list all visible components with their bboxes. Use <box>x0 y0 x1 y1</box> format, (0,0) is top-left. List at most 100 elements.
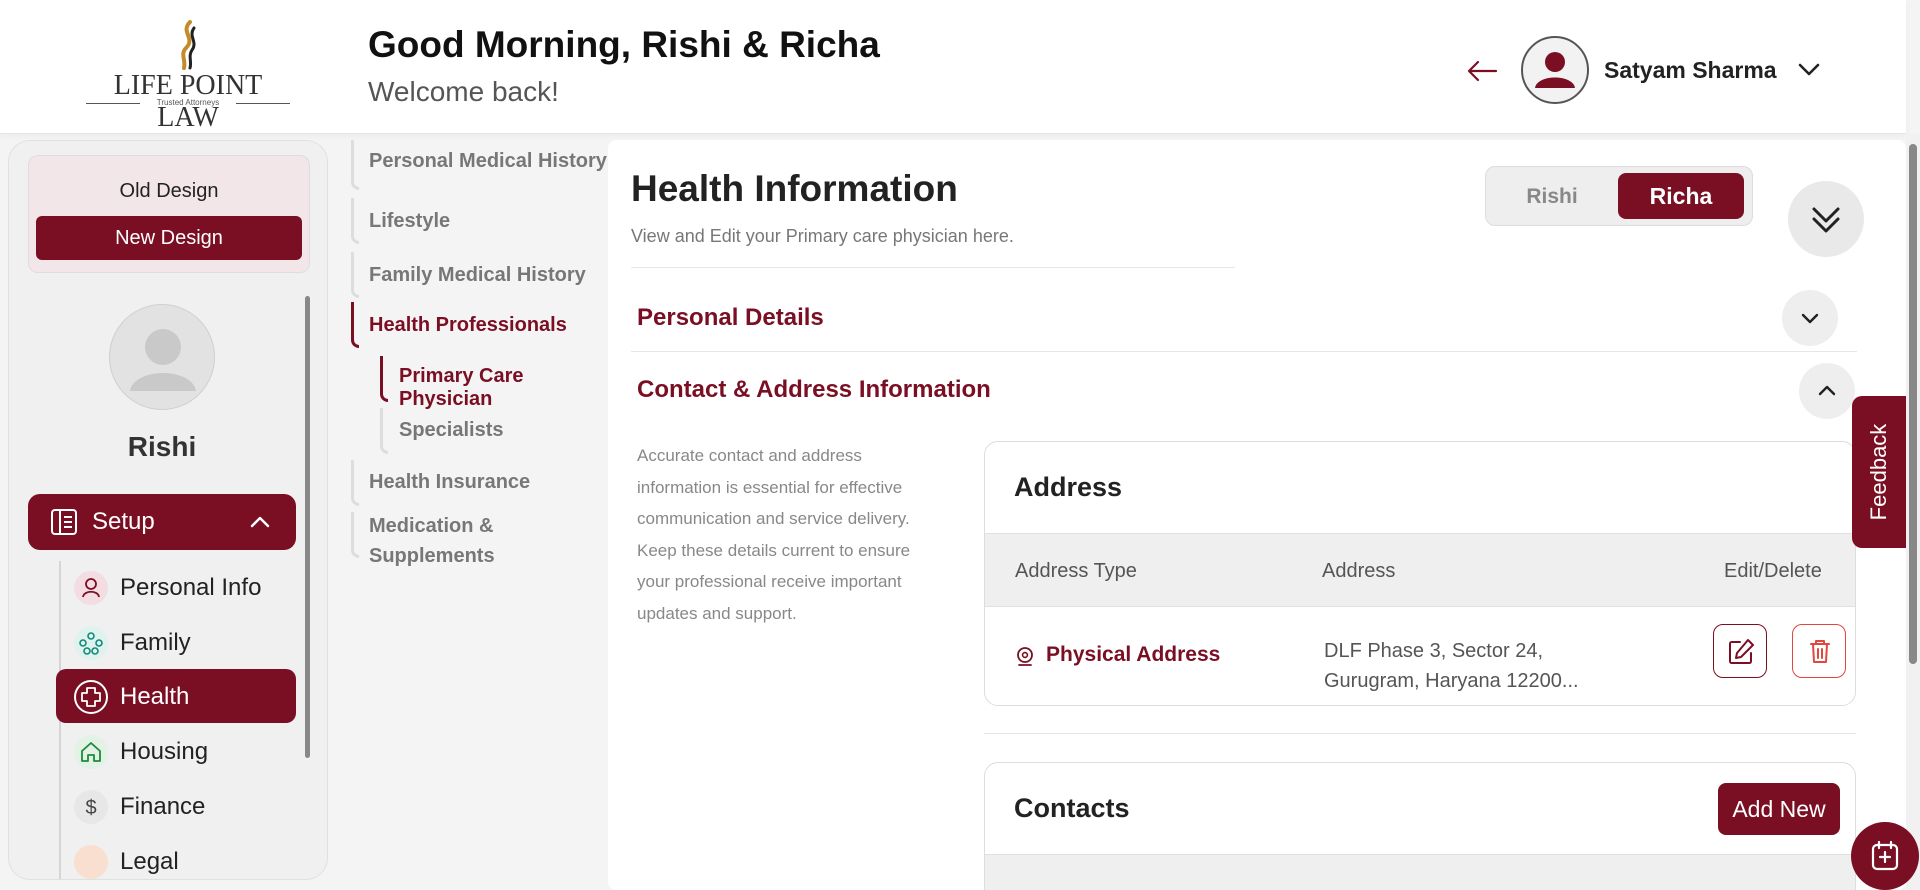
chevron-up-icon <box>250 516 270 528</box>
trash-icon <box>1810 640 1830 663</box>
sidebar-scrollbar[interactable] <box>305 296 310 758</box>
collapse-all-button[interactable] <box>1788 181 1864 257</box>
profile-name: Rishi <box>127 431 197 462</box>
contacts-table-header <box>985 854 1855 890</box>
sidebar-item-family[interactable]: Family <box>56 615 296 669</box>
contacts-card-title: Contacts <box>1014 793 1130 823</box>
column-header-address: Address <box>1322 560 1396 582</box>
subnav-connector-active <box>380 356 388 402</box>
double-chevron-down-icon <box>1812 207 1840 233</box>
address-card-title: Address <box>1014 472 1123 502</box>
page-scrollbar[interactable] <box>1906 134 1920 890</box>
subnav-primary-care-physician[interactable]: Primary Care Physician <box>399 365 610 411</box>
section-personal-details[interactable]: Personal Details <box>637 304 824 332</box>
column-header-edit-delete: Edit/Delete <box>1724 560 1822 582</box>
logo-tagline: Trusted Attorneys <box>86 98 290 107</box>
sidebar-item-personal-info[interactable]: Personal Info <box>56 560 296 614</box>
legal-icon <box>74 845 108 879</box>
title-divider <box>631 267 1235 268</box>
sidebar-item-label: Personal Info <box>120 574 262 601</box>
profile-placeholder-icon <box>130 329 196 391</box>
edit-icon <box>1729 639 1754 664</box>
family-icon <box>74 626 108 660</box>
subnav-family-medical-history[interactable]: Family Medical History <box>369 264 586 287</box>
brand-logo[interactable]: LIFE POINT LAW Trusted Attorneys <box>86 20 290 133</box>
sidebar-item-label: Family <box>120 629 191 656</box>
sidebar-item-health[interactable]: Health <box>56 669 296 723</box>
contact-description: Accurate contact and address information… <box>637 446 911 623</box>
expand-personal-details-button[interactable] <box>1782 290 1838 346</box>
greeting-heading: Good Morning, Rishi & Richa <box>368 24 880 65</box>
sidebar-item-finance[interactable]: $ Finance <box>56 779 296 833</box>
top-header: LIFE POINT LAW Trusted Attorneys Good Mo… <box>0 0 1906 134</box>
page-scrollbar-thumb[interactable] <box>1909 144 1917 664</box>
section-contact-address[interactable]: Contact & Address Information <box>637 376 991 404</box>
subnav-health-insurance[interactable]: Health Insurance <box>369 471 530 494</box>
subnav-connector <box>351 198 359 244</box>
subnav-health-professionals[interactable]: Health Professionals <box>369 314 567 337</box>
setup-label: Setup <box>92 508 155 535</box>
subnav-lifestyle[interactable]: Lifestyle <box>369 210 450 233</box>
old-design-button[interactable]: Old Design <box>29 180 309 203</box>
profile-avatar[interactable] <box>109 304 215 410</box>
address-value: DLF Phase 3, Sector 24, Gurugram, Haryan… <box>1324 636 1624 696</box>
address-line-1: DLF Phase 3, Sector 24, <box>1324 640 1544 662</box>
sidebar-item-housing[interactable]: Housing <box>56 724 296 778</box>
chevron-down-icon <box>1801 313 1819 324</box>
add-new-contact-button[interactable]: Add New <box>1718 783 1840 835</box>
design-switcher: Old Design New Design <box>28 155 310 273</box>
chevron-down-icon[interactable] <box>1796 58 1822 80</box>
welcome-text: Welcome back! <box>368 76 559 107</box>
sidebar-item-label: Legal <box>120 848 179 875</box>
page-title: Health Information <box>631 168 958 209</box>
sidebar-item-label: Finance <box>120 793 206 820</box>
subnav-connector <box>351 140 359 190</box>
calendar-add-icon <box>1871 840 1899 871</box>
feedback-label: Feedback <box>1866 423 1891 521</box>
page-subtitle: View and Edit your Primary care physicia… <box>631 226 1014 246</box>
edit-address-button[interactable] <box>1713 624 1767 678</box>
feedback-tab[interactable]: Feedback <box>1852 396 1906 548</box>
toggle-rishi[interactable]: Rishi <box>1496 175 1608 219</box>
setup-section-header[interactable]: Setup <box>28 494 296 550</box>
floating-action-button[interactable] <box>1851 822 1919 890</box>
subnav-personal-medical-history[interactable]: Personal Medical History <box>369 150 607 173</box>
location-pin-icon <box>1017 647 1033 666</box>
address-card: Address Address Type Address Edit/Delete… <box>984 441 1856 706</box>
subnav-medication-supplements[interactable]: Medication & <box>369 515 493 538</box>
card-divider <box>984 733 1856 734</box>
delete-address-button[interactable] <box>1792 624 1846 678</box>
subnav-specialists[interactable]: Specialists <box>399 419 504 442</box>
chevron-up-icon <box>1818 385 1836 396</box>
column-header-address-type: Address Type <box>1015 560 1137 582</box>
back-arrow-icon[interactable] <box>1466 56 1498 86</box>
svg-text:$: $ <box>85 797 96 819</box>
toggle-richa[interactable]: Richa <box>1618 173 1744 219</box>
address-line-2: Gurugram, Haryana 12200... <box>1324 670 1579 692</box>
sidebar-item-label: Health <box>120 683 190 710</box>
sidebar: Old Design New Design Rishi Setup Person… <box>8 140 328 880</box>
subnav-medication-supplements-line2[interactable]: Supplements <box>369 545 495 568</box>
health-plus-icon <box>74 680 108 714</box>
user-avatar[interactable] <box>1521 36 1589 104</box>
sidebar-item-legal[interactable]: Legal <box>56 834 296 879</box>
sidebar-item-label: Housing <box>120 738 209 765</box>
subnav-connector <box>351 512 359 558</box>
user-name[interactable]: Satyam Sharma <box>1604 57 1777 84</box>
person-toggle: Rishi Richa <box>1485 166 1753 226</box>
new-design-button[interactable]: New Design <box>36 216 302 260</box>
subnav-connector <box>351 252 359 298</box>
dollar-icon: $ <box>74 790 108 824</box>
user-avatar-icon <box>1535 52 1575 88</box>
logo-mark-icon <box>181 20 196 70</box>
collapse-contact-address-button[interactable] <box>1799 363 1855 419</box>
subnav-connector <box>380 408 388 454</box>
address-type-value: Physical Address <box>1046 643 1221 666</box>
health-subnav: Personal Medical History Lifestyle Famil… <box>345 140 610 890</box>
subnav-connector <box>351 460 359 506</box>
person-icon <box>74 571 108 605</box>
setup-book-icon <box>51 509 77 535</box>
main-panel: Health Information View and Edit your Pr… <box>608 140 1906 890</box>
section-divider <box>631 351 1857 352</box>
contacts-card: Contacts Add New <box>984 762 1856 890</box>
